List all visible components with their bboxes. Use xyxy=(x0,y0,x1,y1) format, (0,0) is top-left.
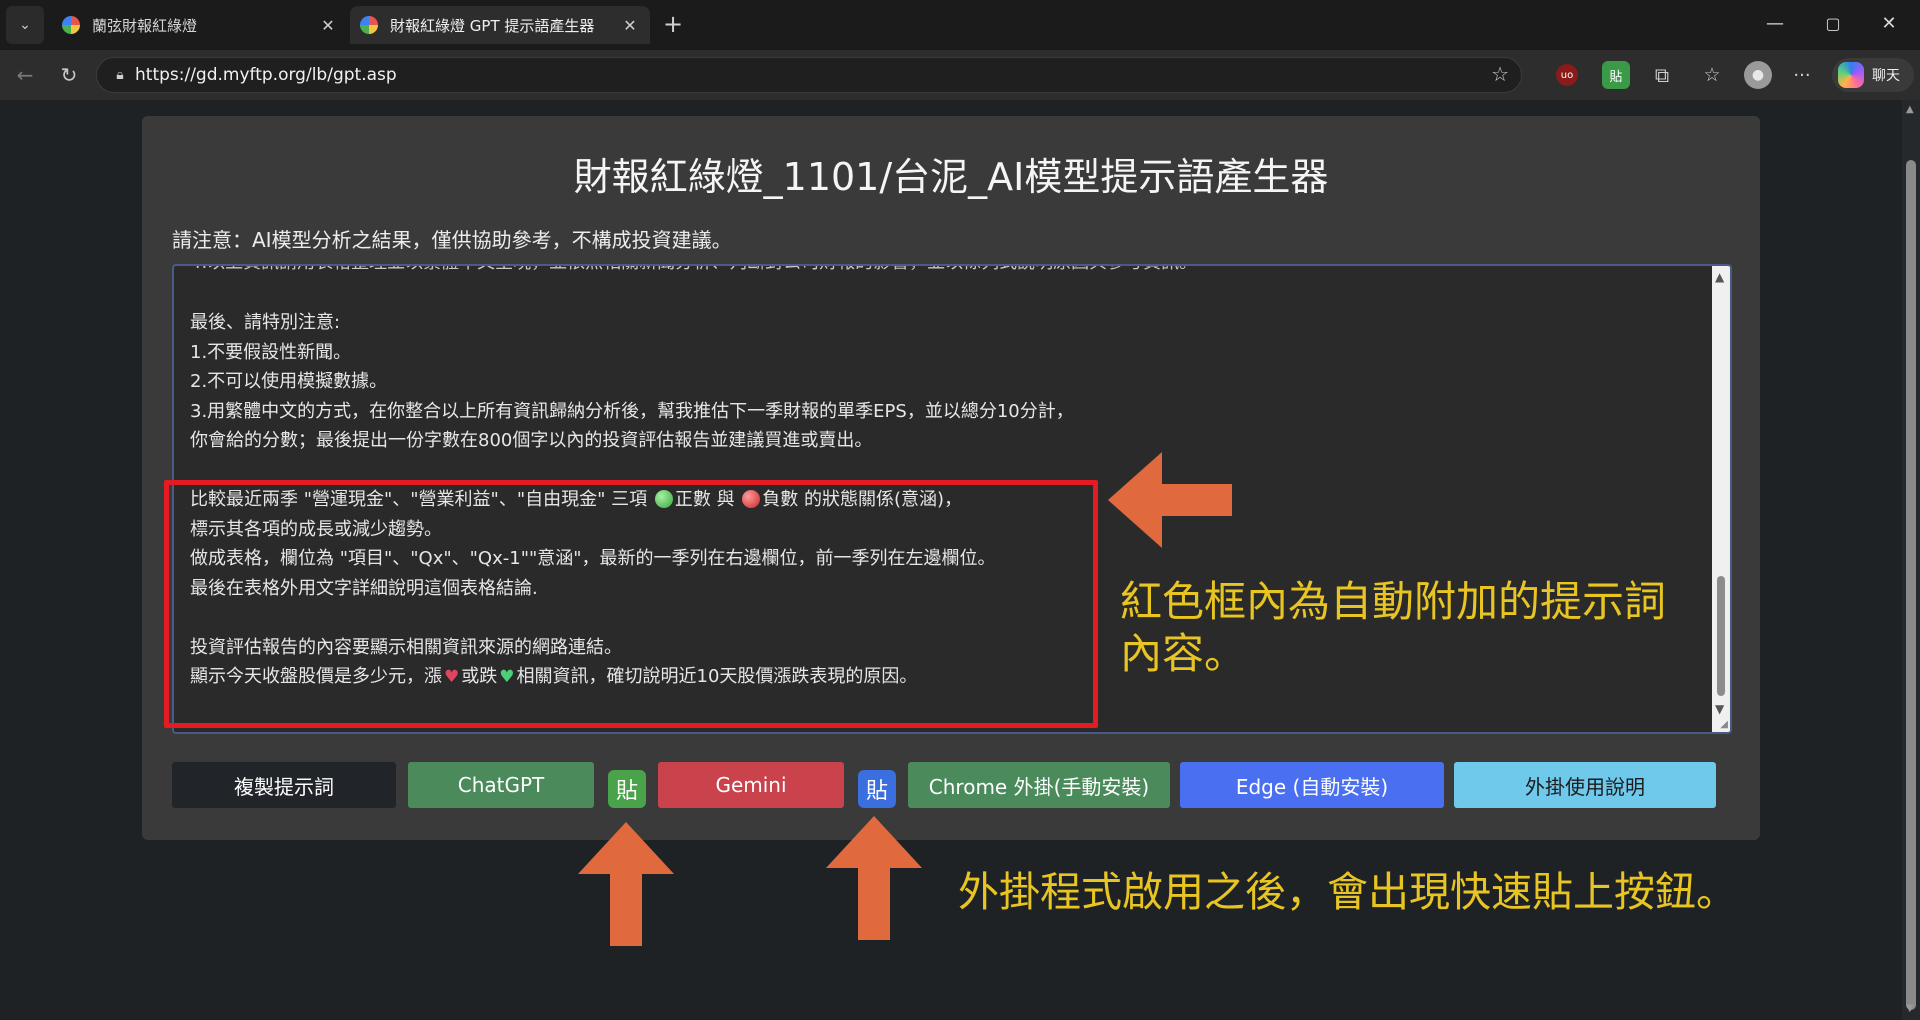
triangle-down-icon[interactable]: ▼ xyxy=(1715,702,1724,716)
more-menu-button[interactable]: ··· xyxy=(1788,61,1816,89)
tab-title: 蘭弦財報紅綠燈 xyxy=(92,16,198,35)
browser-toolbar: ← ↻ 🔒︎ https://gd.myftp.org/lb/gpt.asp ☆… xyxy=(0,50,1920,100)
close-icon[interactable]: ✕ xyxy=(620,16,640,35)
ublock-extension-button[interactable]: uo xyxy=(1556,64,1578,86)
generator-card: 財報紅綠燈_1101/台泥_AI模型提示語產生器 請注意：AI模型分析之結果，僅… xyxy=(142,116,1760,840)
back-button[interactable]: ← xyxy=(10,60,40,90)
profile-button[interactable]: ● xyxy=(1744,61,1772,89)
tab-gpt-generator[interactable]: 財報紅綠燈 GPT 提示語產生器 ✕ xyxy=(350,6,650,44)
paste-button-annotation-text: 外掛程式啟用之後，會出現快速貼上按鈕。 xyxy=(958,868,1737,916)
url-text: https://gd.myftp.org/lb/gpt.asp xyxy=(135,65,397,85)
copy-prompt-button[interactable]: 複製提示詞 xyxy=(172,762,396,808)
prompt-line: 最後、請特別注意: xyxy=(190,312,341,333)
close-window-button[interactable]: ✕ xyxy=(1866,8,1912,40)
textarea-scroll-thumb[interactable] xyxy=(1717,576,1725,696)
address-bar[interactable]: 🔒︎ https://gd.myftp.org/lb/gpt.asp ☆ xyxy=(96,57,1522,93)
reload-button[interactable]: ↻ xyxy=(54,60,84,90)
edge-extension-button[interactable]: Edge (自動安裝) xyxy=(1180,762,1444,808)
resize-grip-icon[interactable]: ◢ xyxy=(1720,719,1728,730)
gemini-paste-button[interactable]: 貼 xyxy=(858,770,896,808)
tab-title: 財報紅綠燈 GPT 提示語產生器 xyxy=(390,16,595,35)
maximize-button[interactable]: ▢ xyxy=(1810,8,1856,40)
new-tab-button[interactable]: + xyxy=(658,10,688,40)
favorite-star-icon[interactable]: ☆ xyxy=(1491,62,1509,86)
chat-label: 聊天 xyxy=(1872,68,1900,84)
red-frame-annotation-text: 紅色框內為自動附加的提示詞內容。 xyxy=(1120,577,1667,678)
copilot-icon xyxy=(1838,62,1864,88)
auto-appended-highlight-frame xyxy=(164,480,1098,728)
minimize-button[interactable]: — xyxy=(1752,8,1798,40)
chrome-extension-button[interactable]: Chrome 外掛(手動安裝) xyxy=(908,762,1170,808)
left-arrow-annotation-icon xyxy=(1108,452,1232,548)
close-icon[interactable]: ✕ xyxy=(318,16,338,35)
extensions-button[interactable]: ⧉ xyxy=(1648,61,1676,89)
copilot-chat-button[interactable]: 聊天 xyxy=(1832,58,1914,92)
lock-icon: 🔒︎ xyxy=(116,67,124,83)
triangle-up-icon[interactable]: ▲ xyxy=(1906,104,1914,115)
extension-help-button[interactable]: 外掛使用說明 xyxy=(1454,762,1716,808)
favorites-button[interactable]: ☆ xyxy=(1698,61,1726,89)
plus-icon: + xyxy=(662,10,684,38)
prompt-line: 1.不要假設性新聞。 xyxy=(190,341,352,363)
favorites-list-icon: ☆ xyxy=(1703,64,1721,86)
tab-bar: ⌄ 蘭弦財報紅綠燈 ✕ 財報紅綠燈 GPT 提示語產生器 ✕ + — ▢ ✕ xyxy=(0,0,1920,50)
reload-icon: ↻ xyxy=(60,63,78,87)
page-scrollbar[interactable]: ▲ ▼ xyxy=(1902,100,1920,1020)
paste-extension-button[interactable]: 貼 xyxy=(1602,61,1630,89)
arrow-left-icon: ← xyxy=(16,63,34,87)
chatgpt-paste-button[interactable]: 貼 xyxy=(608,770,646,808)
page-scroll-thumb[interactable] xyxy=(1906,160,1916,1010)
triangle-up-icon[interactable]: ▲ xyxy=(1715,270,1724,284)
prompt-line-partial: 4.以上資訊請用表格整理並以繁體中文呈現，並依照相關新聞分析、判斷對公司財報的影… xyxy=(190,266,1490,272)
up-arrow-annotation-icon xyxy=(578,822,674,946)
disclaimer-notice: 請注意：AI模型分析之結果，僅供協助參考，不構成投資建議。 xyxy=(172,228,732,252)
chatgpt-button[interactable]: ChatGPT xyxy=(408,762,594,808)
site-favicon-icon xyxy=(360,16,378,34)
avatar-icon: ● xyxy=(1751,67,1765,83)
ublock-icon: uo xyxy=(1560,69,1574,81)
puzzle-icon: ⧉ xyxy=(1654,63,1670,87)
tab-actions-button[interactable]: ⌄ xyxy=(6,6,44,44)
prompt-line: 你會給的分數；最後提出一份字數在800個字以內的投資評估報告並建議買進或賣出。 xyxy=(190,430,873,451)
textarea-scrollbar[interactable]: ▲ ▼ xyxy=(1712,266,1730,732)
tab-lanxian[interactable]: 蘭弦財報紅綠燈 ✕ xyxy=(52,6,348,44)
gemini-button[interactable]: Gemini xyxy=(658,762,844,808)
site-favicon-icon xyxy=(62,16,80,34)
up-arrow-annotation-icon xyxy=(826,816,922,940)
prompt-line: 2.不可以使用模擬數據。 xyxy=(190,371,388,392)
triangle-down-icon[interactable]: ▼ xyxy=(1906,1003,1914,1014)
chevron-down-icon: ⌄ xyxy=(19,17,31,33)
prompt-line: 3.用繁體中文的方式，在你整合以上所有資訊歸納分析後，幫我推估下一季財報的單季E… xyxy=(190,400,1074,422)
ellipsis-icon: ··· xyxy=(1793,64,1811,86)
paste-extension-icon: 貼 xyxy=(1609,69,1623,85)
page-title: 財報紅綠燈_1101/台泥_AI模型提示語產生器 xyxy=(573,155,1329,199)
page-viewport: 財報紅綠燈_1101/台泥_AI模型提示語產生器 請注意：AI模型分析之結果，僅… xyxy=(0,100,1920,1020)
